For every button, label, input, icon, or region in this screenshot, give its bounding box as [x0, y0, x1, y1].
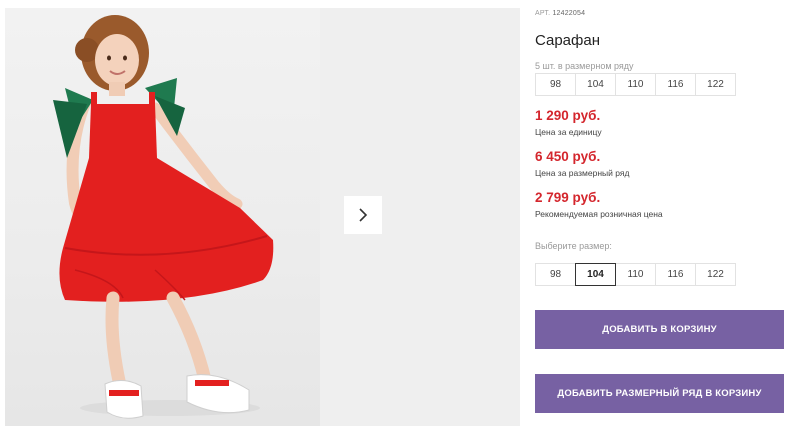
choose-size-label: Выберите размер: — [535, 241, 612, 251]
pack-size-list: 98 104 110 116 122 — [535, 73, 736, 96]
size-option-122[interactable]: 122 — [695, 263, 736, 286]
product-info-panel: АРТ. 12422054 Сарафан 5 шт. в размерном … — [535, 0, 790, 426]
add-to-cart-button[interactable]: ДОБАВИТЬ В КОРЗИНУ — [535, 310, 784, 349]
size-option-104[interactable]: 104 — [575, 263, 616, 286]
gallery-next-button[interactable] — [344, 196, 382, 234]
retail-price-label: Рекомендуемая розничная цена — [535, 209, 663, 219]
article-prefix: АРТ. — [535, 10, 551, 17]
retail-price: 2 799 руб. — [535, 190, 601, 205]
add-size-set-to-cart-button[interactable]: ДОБАВИТЬ РАЗМЕРНЫЙ РЯД В КОРЗИНУ — [535, 374, 784, 413]
girl-in-red-dress-image — [53, 15, 274, 419]
pack-size-item: 104 — [575, 73, 616, 96]
size-option-110[interactable]: 110 — [615, 263, 656, 286]
article-number: АРТ. 12422054 — [535, 10, 585, 17]
size-selector: 98 104 110 116 122 — [535, 263, 736, 286]
product-photo[interactable] — [5, 8, 320, 426]
unit-price: 1 290 руб. — [535, 108, 601, 123]
pack-size-item: 110 — [615, 73, 656, 96]
set-price-label: Цена за размерный ряд — [535, 168, 630, 178]
pack-label: 5 шт. в размерном ряду — [535, 61, 634, 71]
set-price: 6 450 руб. — [535, 149, 601, 164]
pack-size-item: 116 — [655, 73, 696, 96]
product-title: Сарафан — [535, 32, 600, 49]
chevron-right-icon — [359, 208, 368, 222]
size-option-98[interactable]: 98 — [535, 263, 576, 286]
pack-size-item: 122 — [695, 73, 736, 96]
product-gallery — [0, 0, 520, 426]
size-option-116[interactable]: 116 — [655, 263, 696, 286]
pack-size-item: 98 — [535, 73, 576, 96]
unit-price-label: Цена за единицу — [535, 127, 602, 137]
article-value: 12422054 — [552, 10, 586, 17]
